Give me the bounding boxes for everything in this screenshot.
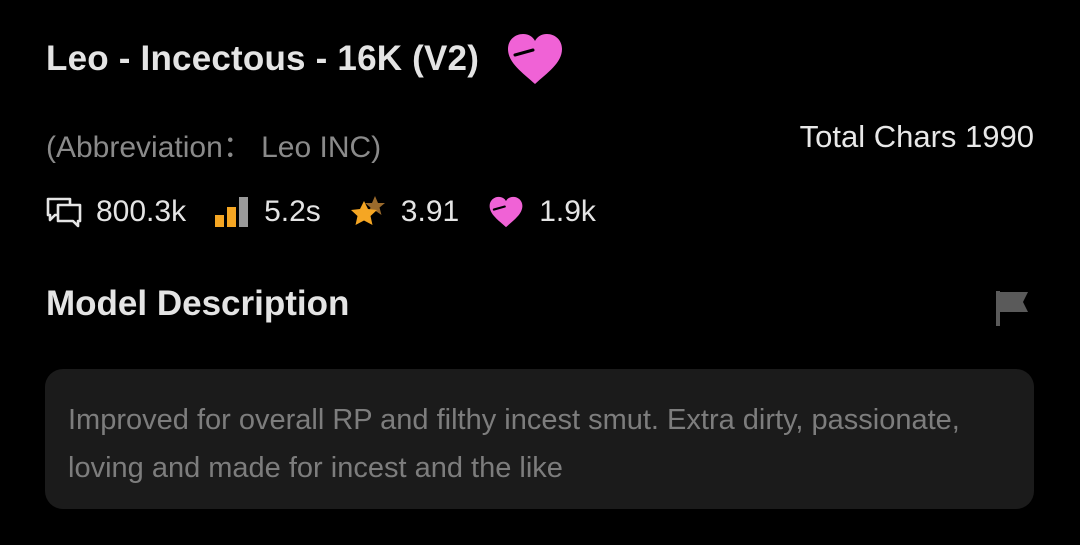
description-text: Improved for overall RP and filthy inces… [68,404,960,484]
stat-likes: 1.9k [487,195,596,229]
section-title: Model Description [46,284,350,323]
signal-bars-icon [215,197,249,227]
heart-icon [489,196,523,228]
stat-response-time: 5.2s [214,195,321,229]
model-title: Leo - Incectous - 16K (V2) [46,39,480,78]
stat-chats-value: 800.3k [96,195,187,228]
stat-likes-value: 1.9k [539,195,596,228]
total-chars: Total Chars 1990 [799,119,1034,154]
flag-icon[interactable] [992,288,1032,328]
stats-row: 800.3k 5.2s 3.91 1.9k [46,190,624,234]
title-row: Leo - Incectous - 16K (V2) [46,30,565,88]
stat-rating: 3.91 [349,195,459,229]
description-box: Improved for overall RP and filthy inces… [45,369,1034,509]
model-abbreviation: (Abbreviation： Leo INC) [46,131,382,164]
stat-response-time-value: 5.2s [264,195,321,228]
stat-rating-value: 3.91 [400,195,460,228]
heart-icon[interactable] [505,31,565,87]
stat-chats: 800.3k [46,195,186,229]
chat-bubbles-icon [46,197,82,228]
stars-icon [350,196,385,225]
